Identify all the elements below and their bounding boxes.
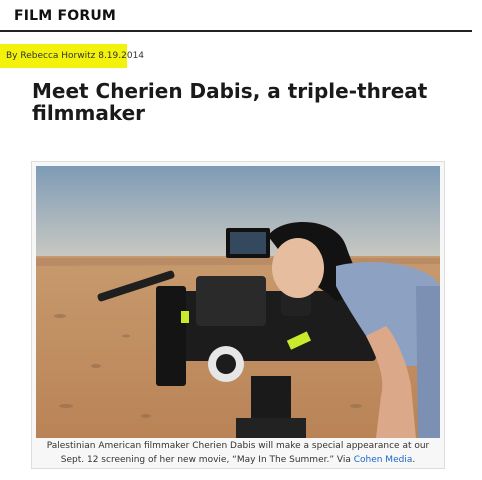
author-date-byline: By Rebecca Horwitz 8.19.2014 [0, 44, 144, 68]
article-headline: Meet Cherien Dabis, a triple-threat film… [32, 79, 428, 125]
caption-source-link[interactable]: Cohen Media [354, 455, 413, 465]
section-title[interactable]: FILM FORUM [14, 8, 116, 24]
article-photo[interactable] [36, 166, 440, 438]
article-figure: Palestinian American filmmaker Cherien D… [31, 161, 445, 469]
section-divider [0, 30, 472, 32]
photo-caption: Palestinian American filmmaker Cherien D… [38, 439, 438, 467]
caption-end: . [412, 455, 416, 465]
